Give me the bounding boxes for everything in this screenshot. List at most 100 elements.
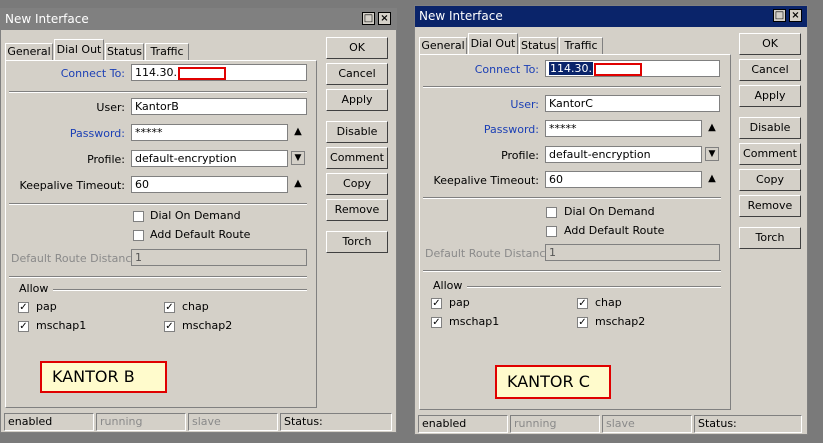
status-running: running: [96, 413, 186, 431]
apply-button[interactable]: Apply: [739, 85, 801, 107]
profile-label: Profile:: [501, 149, 539, 162]
tab-dial-out[interactable]: Dial Out: [468, 33, 518, 54]
allow-label: Allow: [433, 279, 463, 292]
user-field[interactable]: KantorB: [131, 98, 307, 115]
window-title: New Interface: [419, 9, 503, 23]
maximize-icon[interactable]: □: [362, 12, 375, 25]
password-label: Password:: [69, 127, 125, 140]
arrow-up-icon[interactable]: ▲: [291, 125, 305, 139]
separator: [9, 276, 307, 278]
default-route-distance-field: 1: [545, 244, 720, 261]
dial-on-demand-checkbox[interactable]: [133, 211, 144, 222]
maximize-icon[interactable]: □: [773, 9, 786, 22]
add-default-route-checkbox[interactable]: [133, 230, 144, 241]
default-route-distance-label: Default Route Distance:: [425, 247, 556, 260]
pap-checkbox[interactable]: ✓: [18, 302, 29, 313]
status-running: running: [510, 415, 600, 433]
password-label: Password:: [483, 123, 539, 136]
status-enabled: enabled: [418, 415, 508, 433]
remove-button[interactable]: Remove: [739, 195, 801, 217]
interface-window-kantor-c: New Interface □ × General Dial Out Statu…: [414, 5, 808, 435]
mschap2-label: mschap2: [595, 315, 646, 328]
copy-button[interactable]: Copy: [739, 169, 801, 191]
keepalive-label: Keepalive Timeout:: [433, 174, 539, 187]
tab-status[interactable]: Status: [519, 37, 558, 54]
separator: [9, 203, 307, 205]
arrow-up-icon[interactable]: ▲: [291, 177, 305, 191]
chap-checkbox[interactable]: ✓: [577, 298, 588, 309]
keepalive-field[interactable]: 60: [545, 171, 702, 188]
interface-window-kantor-b: New Interface □ × General Dial Out Statu…: [0, 8, 397, 433]
chap-label: chap: [595, 296, 622, 309]
default-route-distance-field: 1: [131, 249, 307, 266]
tab-general[interactable]: General: [419, 37, 467, 54]
cancel-button[interactable]: Cancel: [739, 59, 801, 81]
password-field[interactable]: *****: [545, 120, 702, 137]
comment-button[interactable]: Comment: [739, 143, 801, 165]
title-bar[interactable]: New Interface: [415, 6, 807, 27]
tab-traffic[interactable]: Traffic: [145, 43, 189, 60]
redaction-box: [594, 62, 642, 76]
remove-button[interactable]: Remove: [326, 199, 388, 221]
password-field[interactable]: *****: [131, 124, 288, 141]
title-bar[interactable]: New Interface: [1, 9, 396, 30]
keepalive-field[interactable]: 60: [131, 176, 288, 193]
ok-button[interactable]: OK: [326, 37, 388, 59]
connect-to-label: Connect To:: [60, 67, 125, 80]
mschap2-checkbox[interactable]: ✓: [577, 317, 588, 328]
pap-label: pap: [449, 296, 470, 309]
torch-button[interactable]: Torch: [739, 227, 801, 249]
disable-button[interactable]: Disable: [739, 117, 801, 139]
mschap1-checkbox[interactable]: ✓: [18, 321, 29, 332]
status-text: Status:: [280, 413, 392, 431]
profile-label: Profile:: [87, 153, 125, 166]
profile-select[interactable]: default-encryption: [131, 150, 288, 167]
add-default-route-checkbox[interactable]: [546, 226, 557, 237]
chevron-down-icon[interactable]: ▼: [705, 147, 719, 161]
chap-label: chap: [182, 300, 209, 313]
tab-traffic[interactable]: Traffic: [559, 37, 603, 54]
annotation-label: KANTOR C: [495, 365, 611, 399]
dial-on-demand-checkbox[interactable]: [546, 207, 557, 218]
comment-button[interactable]: Comment: [326, 147, 388, 169]
connect-to-value: 114.30.: [549, 62, 593, 75]
chevron-down-icon[interactable]: ▼: [291, 151, 305, 165]
status-enabled: enabled: [4, 413, 94, 431]
tab-dial-out[interactable]: Dial Out: [54, 39, 104, 60]
apply-button[interactable]: Apply: [326, 89, 388, 111]
connect-to-value: 114.30.: [135, 66, 177, 79]
disable-button[interactable]: Disable: [326, 121, 388, 143]
separator: [423, 86, 721, 88]
allow-label: Allow: [19, 282, 49, 295]
user-field[interactable]: KantorC: [545, 95, 720, 112]
separator: [423, 197, 721, 199]
user-label: User:: [510, 98, 539, 111]
connect-to-field[interactable]: 114.30.: [131, 64, 307, 81]
torch-button[interactable]: Torch: [326, 231, 388, 253]
tab-general[interactable]: General: [5, 43, 53, 60]
keepalive-label: Keepalive Timeout:: [19, 179, 125, 192]
close-icon[interactable]: ×: [789, 9, 802, 22]
mschap2-checkbox[interactable]: ✓: [164, 321, 175, 332]
connect-to-label: Connect To:: [474, 63, 539, 76]
cancel-button[interactable]: Cancel: [326, 63, 388, 85]
window-title: New Interface: [5, 12, 89, 26]
close-icon[interactable]: ×: [378, 12, 391, 25]
chap-checkbox[interactable]: ✓: [164, 302, 175, 313]
arrow-up-icon[interactable]: ▲: [705, 121, 719, 135]
copy-button[interactable]: Copy: [326, 173, 388, 195]
tab-status[interactable]: Status: [105, 43, 144, 60]
ok-button[interactable]: OK: [739, 33, 801, 55]
connect-to-field[interactable]: 114.30.: [545, 60, 720, 77]
arrow-up-icon[interactable]: ▲: [705, 172, 719, 186]
mschap1-checkbox[interactable]: ✓: [431, 317, 442, 328]
separator: [9, 91, 307, 93]
mschap1-label: mschap1: [36, 319, 87, 332]
default-route-distance-label: Default Route Distance:: [11, 252, 142, 265]
dial-on-demand-label: Dial On Demand: [150, 209, 241, 222]
profile-select[interactable]: default-encryption: [545, 146, 702, 163]
user-label: User:: [96, 101, 125, 114]
pap-label: pap: [36, 300, 57, 313]
pap-checkbox[interactable]: ✓: [431, 298, 442, 309]
status-slave: slave: [602, 415, 692, 433]
